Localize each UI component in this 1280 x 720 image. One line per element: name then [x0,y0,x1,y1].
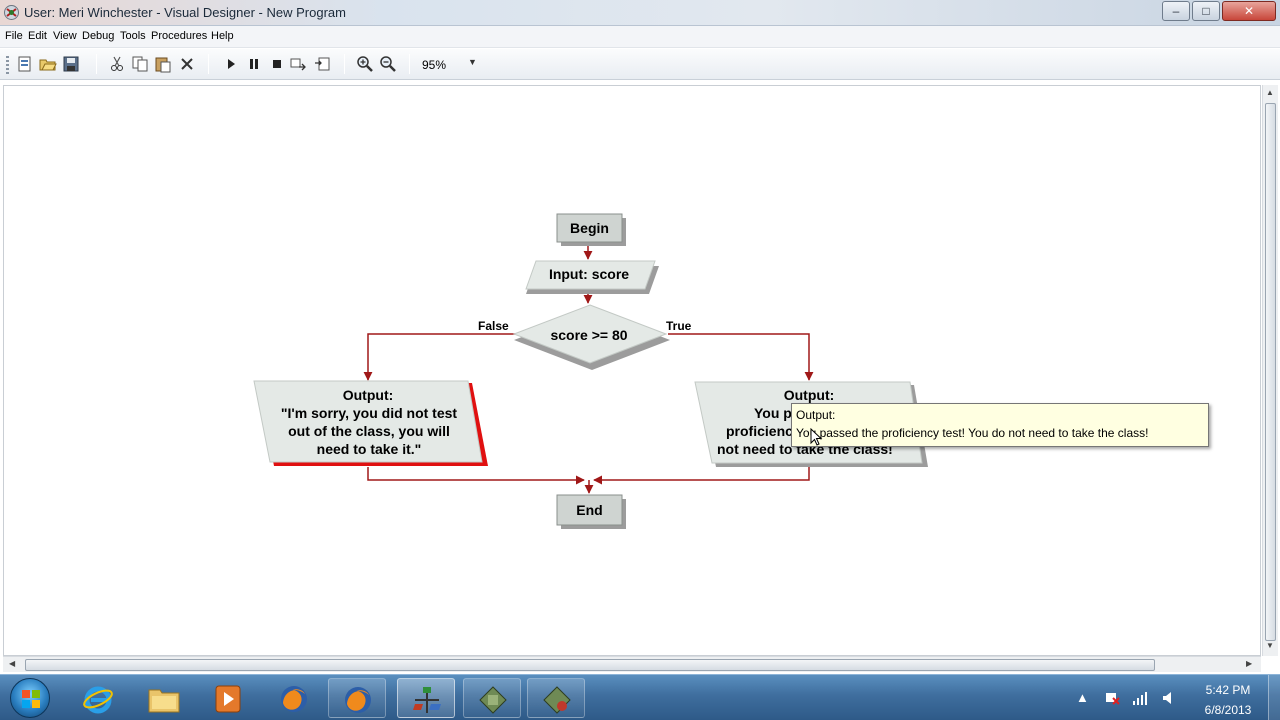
menu-file[interactable]: File [5,30,23,42]
true-branch-label: True [666,319,692,333]
cut-icon[interactable] [108,55,126,73]
menu-debug[interactable]: Debug [82,30,114,42]
firefox-icon [281,686,307,712]
end-label: End [576,502,603,518]
toolbar-separator [208,54,209,74]
vertical-scrollbar[interactable]: ▲ ▼ [1262,85,1278,656]
step-icon[interactable] [289,55,307,73]
false-branch-label: False [478,319,509,333]
taskbar-file-explorer[interactable] [135,678,193,718]
menu-edit[interactable]: Edit [28,30,47,42]
stop-icon[interactable] [268,55,286,73]
clock-time[interactable]: 5:42 PM [1198,683,1258,697]
dropdown-arrow-icon[interactable]: ▼ [468,57,477,67]
input-label: Input: score [548,266,630,282]
file-explorer-icon [148,689,180,713]
show-desktop-button[interactable] [1268,675,1280,720]
app-icon [543,686,571,714]
volume-icon[interactable] [1161,690,1177,706]
zoom-in-icon[interactable] [356,55,374,73]
output-true-title: Output: [783,387,835,403]
horizontal-scroll-thumb[interactable] [25,659,1155,671]
scroll-right-icon[interactable]: ▶ [1246,659,1252,668]
menu-tools[interactable]: Tools [120,30,146,42]
title-bar: User: Meri Winchester - Visual Designer … [0,0,1280,26]
step-over-icon[interactable] [313,55,331,73]
begin-label: Begin [570,220,609,236]
output-false-title: Output: [342,387,394,403]
delete-icon[interactable] [178,55,196,73]
show-hidden-icons-icon[interactable]: ▲ [1076,690,1089,705]
toolbar-grip[interactable] [6,56,9,74]
clock-date[interactable]: 6/8/2013 [1194,703,1262,717]
toolbar: 95% ▼ [0,49,1280,80]
action-center-icon[interactable] [1104,690,1120,706]
scroll-down-icon[interactable]: ▼ [1266,641,1274,650]
copy-icon[interactable] [131,55,149,73]
menu-procedures[interactable]: Procedures [151,30,207,42]
firefox-icon [345,687,371,713]
taskbar-app-window[interactable] [463,678,521,718]
decision-label: score >= 80 [550,327,628,343]
new-icon[interactable] [16,55,34,73]
output-false-text: "I'm sorry, you did not test out of the … [280,405,458,457]
run-icon[interactable] [222,55,240,73]
minimize-button[interactable]: – [1162,1,1190,21]
menu-view[interactable]: View [53,30,77,42]
start-button[interactable] [10,678,50,718]
menu-bar: File Edit View Debug Tools Procedures He… [0,26,1280,48]
toolbar-separator [96,54,97,74]
horizontal-scrollbar[interactable]: ◀ ▶ [3,656,1261,672]
app-icon [479,686,507,714]
close-button[interactable]: ✕ [1222,1,1276,21]
taskbar-app-window[interactable] [527,678,585,718]
menu-help[interactable]: Help [211,30,234,42]
open-icon[interactable] [39,55,57,73]
window-title: User: Meri Winchester - Visual Designer … [24,5,346,20]
windows-logo-icon [22,690,40,708]
tooltip: Output: You passed the proficiency test!… [791,403,1209,447]
taskbar-visual-designer[interactable] [397,678,455,718]
media-player-icon [215,685,241,713]
paste-icon[interactable] [154,55,172,73]
network-icon[interactable] [1132,690,1148,706]
pause-icon[interactable] [245,55,263,73]
zoom-out-icon[interactable] [379,55,397,73]
screen: User: Meri Winchester - Visual Designer … [0,0,1280,720]
internet-explorer-icon [83,686,113,714]
tooltip-title: Output: [796,408,836,422]
scroll-up-icon[interactable]: ▲ [1266,88,1274,97]
taskbar-firefox[interactable] [265,678,323,718]
taskbar-firefox-window[interactable] [328,678,386,718]
taskbar-media-player[interactable] [199,678,257,718]
app-logo-icon [4,5,19,20]
mouse-cursor-icon [810,428,823,446]
zoom-dropdown[interactable]: 95% [422,58,446,72]
toolbar-separator [409,54,410,74]
toolbar-separator [344,54,345,74]
scroll-left-icon[interactable]: ◀ [9,659,15,668]
maximize-button[interactable]: □ [1192,1,1220,21]
flowchart-canvas[interactable] [3,85,1261,656]
output-true-line2: proficienc [726,423,793,439]
save-icon[interactable] [62,55,80,73]
tooltip-body: You passed the proficiency test! You do … [796,426,1149,440]
taskbar-internet-explorer[interactable] [69,678,127,718]
vertical-scroll-thumb[interactable] [1265,103,1276,641]
visual-designer-icon [413,687,441,713]
output-true-line1: You p [754,405,792,421]
